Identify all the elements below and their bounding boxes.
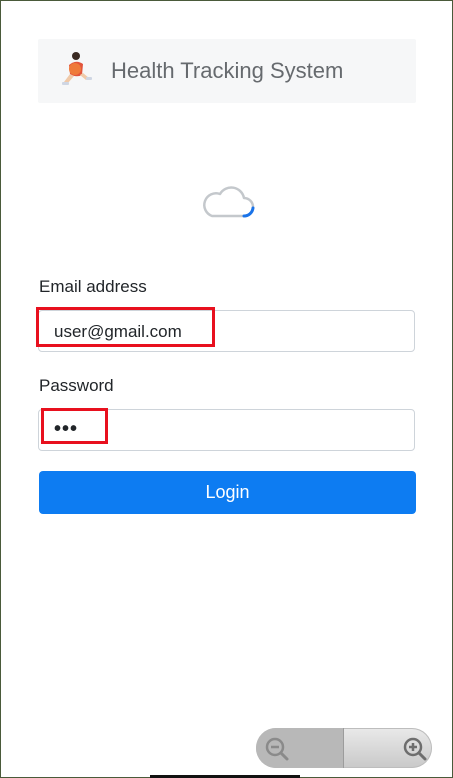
zoom-out-icon <box>265 737 289 761</box>
zoom-in-icon <box>403 737 427 761</box>
app-header: Health Tracking System <box>38 39 416 103</box>
password-highlight-box <box>41 408 108 444</box>
zoom-out-button[interactable] <box>256 728 344 768</box>
runner-logo-icon <box>62 52 92 85</box>
email-label: Email address <box>39 277 147 296</box>
zoom-control <box>256 728 432 768</box>
app-frame: Health Tracking System Email address use… <box>0 0 453 778</box>
app-title: Health Tracking System <box>111 58 344 83</box>
login-button[interactable]: Login <box>39 471 416 514</box>
zoom-in-button[interactable] <box>344 728 432 768</box>
email-highlight-box <box>36 307 215 347</box>
password-label: Password <box>39 376 114 395</box>
cloud-sync-icon <box>203 186 255 218</box>
